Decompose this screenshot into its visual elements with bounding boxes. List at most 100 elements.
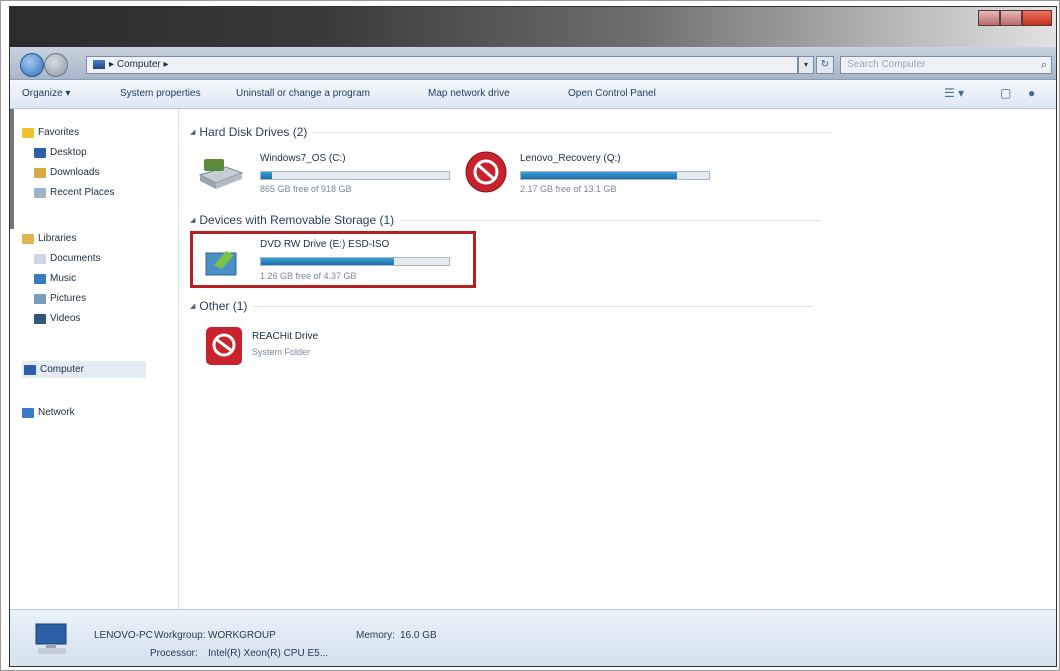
- preview-pane-icon[interactable]: ▢: [1000, 86, 1011, 100]
- nav-documents[interactable]: Documents: [34, 253, 101, 264]
- memory-value: 16.0 GB: [400, 630, 437, 641]
- breadcrumb-computer[interactable]: Computer: [117, 59, 161, 70]
- nav-favorites[interactable]: Favorites: [22, 127, 79, 138]
- close-button[interactable]: [1022, 10, 1052, 26]
- nav-favorites-label: Favorites: [38, 127, 80, 138]
- recent-places-icon: [34, 187, 46, 198]
- processor-label: Processor:: [150, 648, 198, 659]
- window-controls: [978, 10, 1052, 26]
- star-icon: [22, 127, 34, 138]
- collapse-triangle-icon[interactable]: ◢: [190, 302, 195, 310]
- network-icon: [22, 407, 34, 418]
- refresh-icon[interactable]: ↻: [816, 56, 834, 74]
- workgroup-value: WORKGROUP: [208, 630, 276, 641]
- search-input[interactable]: Search Computer ⌕: [840, 56, 1052, 74]
- reachit-drive[interactable]: REACHit Drive System Folder: [196, 321, 436, 371]
- drive-e-usage-bar: [260, 257, 450, 266]
- pictures-icon: [34, 293, 46, 304]
- memory-label: Memory:: [356, 630, 395, 641]
- address-bar[interactable]: ▸ Computer ▸: [86, 56, 798, 74]
- title-bar: [10, 7, 1056, 47]
- drive-e[interactable]: DVD RW Drive (E:) ESD-ISO 1.26 GB free o…: [196, 235, 466, 285]
- drive-c[interactable]: Windows7_OS (C:) 865 GB free of 918 GB: [196, 147, 456, 197]
- downloads-icon: [34, 167, 46, 178]
- forward-button[interactable]: [44, 53, 68, 77]
- breadcrumb-sep-icon: ▸: [109, 59, 117, 70]
- nav-desktop[interactable]: Desktop: [34, 147, 87, 158]
- drive-q-name: Lenovo_Recovery (Q:): [520, 153, 621, 164]
- nav-videos[interactable]: Videos: [34, 313, 80, 324]
- group-hard-disk-drives[interactable]: ◢ Hard Disk Drives (2): [190, 125, 834, 139]
- nav-scrollbar[interactable]: [10, 109, 14, 229]
- hard-drive-icon: [198, 159, 244, 189]
- nav-desktop-label: Desktop: [50, 147, 87, 158]
- nav-music-label: Music: [50, 273, 77, 284]
- nav-downloads[interactable]: Downloads: [34, 167, 99, 178]
- pc-name: LENOVO-PC: [94, 630, 153, 641]
- reachit-subtitle: System Folder: [252, 347, 311, 357]
- group-hard-disk-label: Hard Disk Drives (2): [199, 125, 308, 139]
- group-removable-storage[interactable]: ◢ Devices with Removable Storage (1): [190, 213, 821, 227]
- group-divider: [400, 219, 821, 221]
- desktop-icon: [34, 147, 46, 158]
- computer-icon: [93, 60, 105, 69]
- computer-icon: [35, 623, 67, 654]
- system-properties-button[interactable]: System properties: [120, 88, 201, 99]
- nav-computer[interactable]: Computer: [22, 361, 146, 378]
- maximize-button[interactable]: [1000, 10, 1022, 26]
- music-icon: [34, 273, 46, 284]
- recovery-drive-icon: [465, 151, 507, 193]
- group-removable-label: Devices with Removable Storage (1): [199, 213, 395, 227]
- drive-c-name: Windows7_OS (C:): [260, 153, 346, 164]
- search-icon[interactable]: ⌕: [1041, 57, 1047, 73]
- drive-c-free: 865 GB free of 918 GB: [260, 184, 352, 194]
- command-toolbar: Organize ▾ System properties Uninstall o…: [10, 80, 1056, 109]
- group-divider: [253, 305, 814, 307]
- explorer-window: ▸ Computer ▸ ▾ ↻ Search Computer ⌕ Organ…: [9, 6, 1057, 667]
- workgroup-label: Workgroup:: [154, 630, 206, 641]
- details-pane: LENOVO-PC Workgroup: WORKGROUP Memory: 1…: [10, 609, 1056, 666]
- content-pane: ◢ Hard Disk Drives (2) Windows7_OS (C:) …: [180, 109, 1056, 609]
- nav-recent-places[interactable]: Recent Places: [34, 187, 114, 198]
- processor-value: Intel(R) Xeon(R) CPU E5...: [208, 648, 329, 659]
- minimize-button[interactable]: [978, 10, 1000, 26]
- view-options-icon[interactable]: ☰ ▾: [944, 86, 964, 100]
- nav-network[interactable]: Network: [22, 407, 75, 418]
- drive-q[interactable]: Lenovo_Recovery (Q:) 2.17 GB free of 13.…: [464, 147, 744, 197]
- nav-pictures[interactable]: Pictures: [34, 293, 86, 304]
- reachit-name: REACHit Drive: [252, 331, 319, 342]
- nav-music[interactable]: Music: [34, 273, 76, 284]
- nav-libraries-label: Libraries: [38, 233, 77, 244]
- back-button[interactable]: [20, 53, 44, 77]
- group-divider: [313, 131, 834, 133]
- drive-e-usage-fill: [261, 258, 395, 265]
- nav-recent-label: Recent Places: [50, 187, 115, 198]
- nav-documents-label: Documents: [50, 253, 101, 264]
- group-other[interactable]: ◢ Other (1): [190, 299, 814, 313]
- nav-libraries[interactable]: Libraries: [22, 233, 76, 244]
- collapse-triangle-icon[interactable]: ◢: [190, 128, 195, 136]
- breadcrumb-chevron-icon[interactable]: ▸: [161, 59, 168, 70]
- uninstall-program-button[interactable]: Uninstall or change a program: [236, 88, 370, 99]
- libraries-icon: [22, 233, 34, 244]
- search-placeholder: Search Computer: [847, 59, 926, 70]
- drive-c-usage-fill: [261, 172, 273, 179]
- nav-downloads-label: Downloads: [50, 167, 100, 178]
- nav-network-label: Network: [38, 407, 75, 418]
- group-other-label: Other (1): [199, 299, 248, 313]
- dvd-drive-icon: [205, 251, 237, 276]
- drive-q-free: 2.17 GB free of 13.1 GB: [520, 184, 617, 194]
- navigation-pane: Favorites Desktop Downloads Recent Place…: [10, 109, 179, 609]
- nav-videos-label: Videos: [50, 313, 81, 324]
- drive-c-usage-bar: [260, 171, 450, 180]
- address-row: ▸ Computer ▸ ▾ ↻ Search Computer ⌕: [10, 47, 1056, 80]
- drive-e-free: 1.26 GB free of 4.37 GB: [260, 271, 357, 281]
- organize-button[interactable]: Organize ▾: [22, 88, 70, 99]
- help-icon[interactable]: ●: [1028, 86, 1035, 100]
- collapse-triangle-icon[interactable]: ◢: [190, 216, 195, 224]
- map-network-drive-button[interactable]: Map network drive: [428, 88, 510, 99]
- open-control-panel-button[interactable]: Open Control Panel: [568, 88, 656, 99]
- address-dropdown-icon[interactable]: ▾: [798, 56, 814, 74]
- drive-q-usage-fill: [521, 172, 678, 179]
- reachit-icon: [206, 327, 242, 365]
